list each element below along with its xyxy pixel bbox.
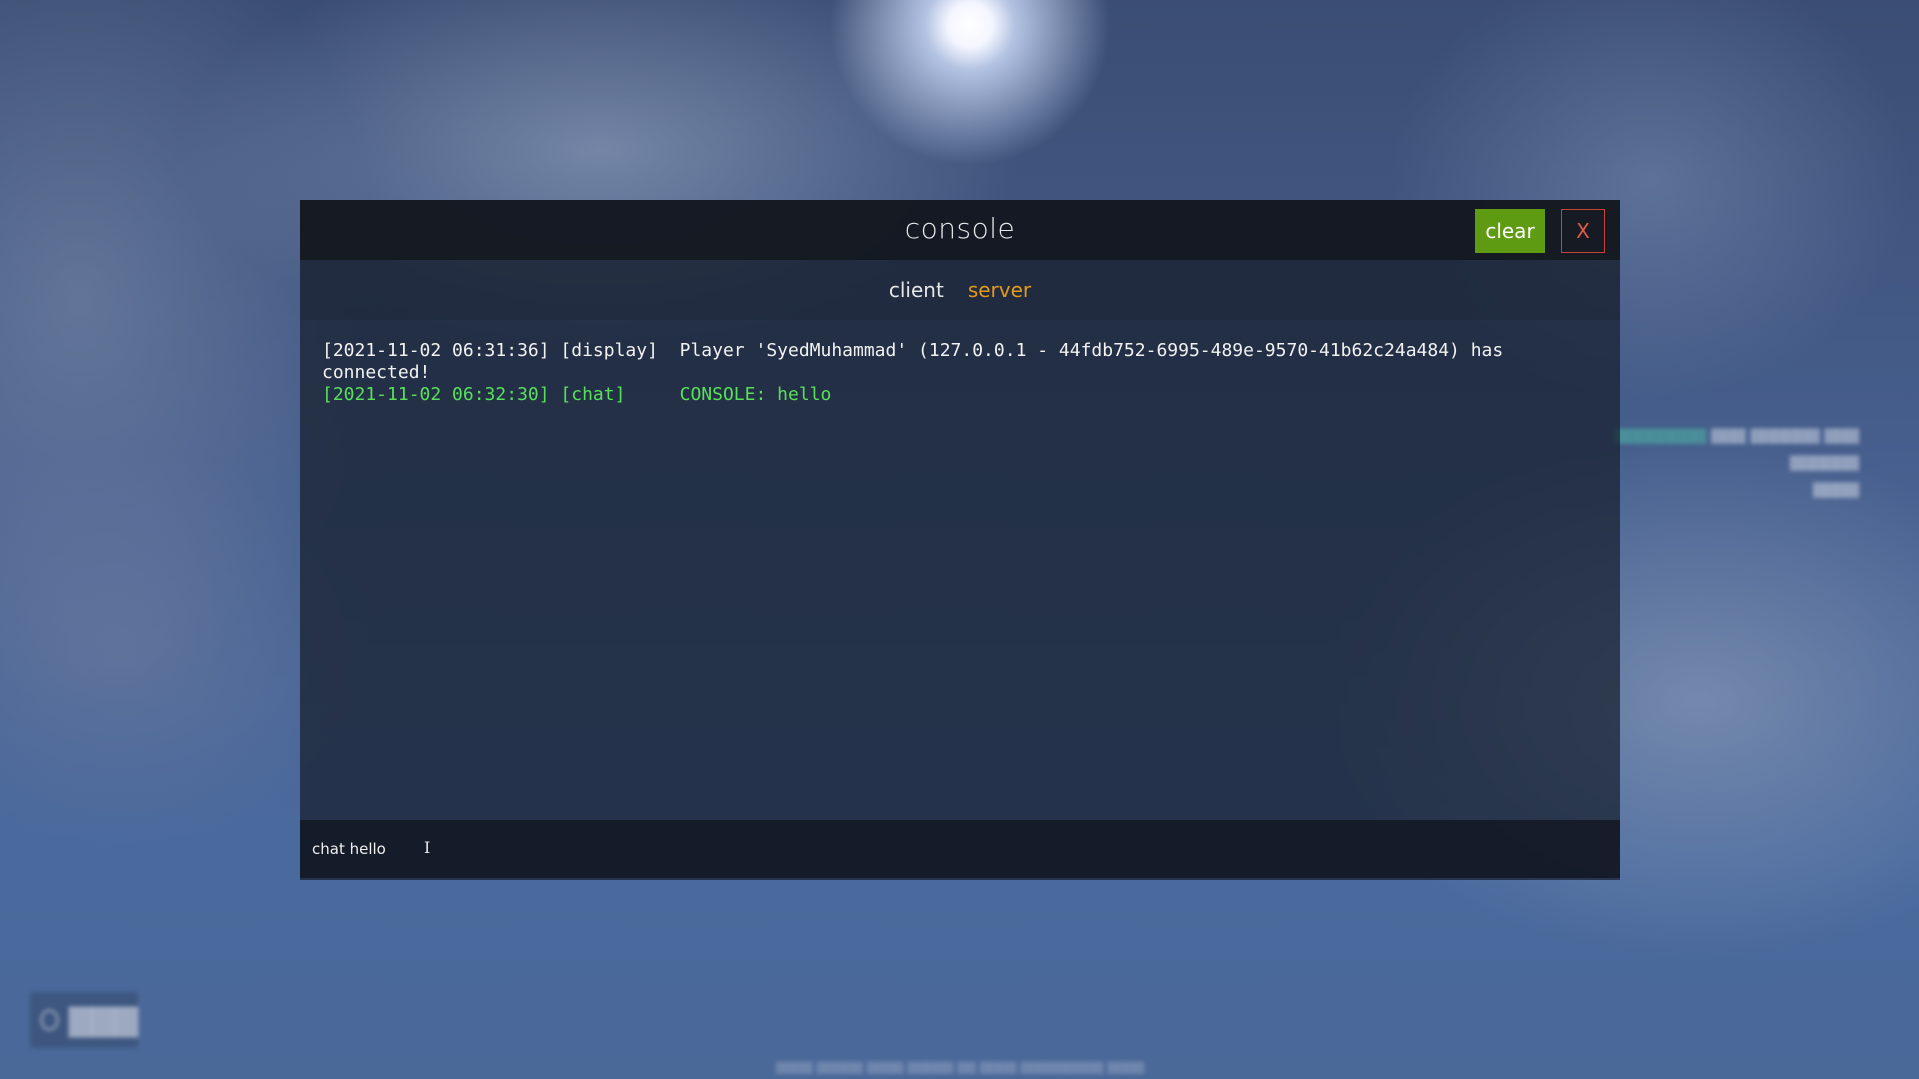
tab-server[interactable]: server [968,278,1031,302]
tab-client[interactable]: client [889,278,944,302]
background-hint: ▇▇▇▇ ▇▇▇▇▇ ▇▇▇▇ ▇▇▇▇▇ ▇▇ ▇▇▇▇ ▇▇▇▇▇▇▇▇▇ … [775,1060,1145,1074]
log-line: [2021-11-02 06:31:36] [display] Player '… [322,340,1515,383]
console-tabs: client server [300,260,1620,320]
health-hud: ▇▇▇ [30,992,138,1048]
text-cursor-icon: I [424,838,431,857]
close-button[interactable]: X [1561,209,1605,253]
console-log: [2021-11-02 06:31:36] [display] Player '… [300,320,1620,820]
console-header: console clear X [300,200,1620,260]
log-line: [2021-11-02 06:32:30] [chat] CONSOLE: he… [322,384,832,405]
console-input[interactable] [310,828,1594,870]
health-icon [40,1009,59,1031]
console-input-bar: I [300,820,1620,878]
clear-button[interactable]: clear [1475,209,1545,253]
console-window: console clear X client server [2021-11-0… [300,200,1620,880]
console-title: console [904,212,1016,245]
health-value: ▇▇▇ [68,1002,138,1038]
